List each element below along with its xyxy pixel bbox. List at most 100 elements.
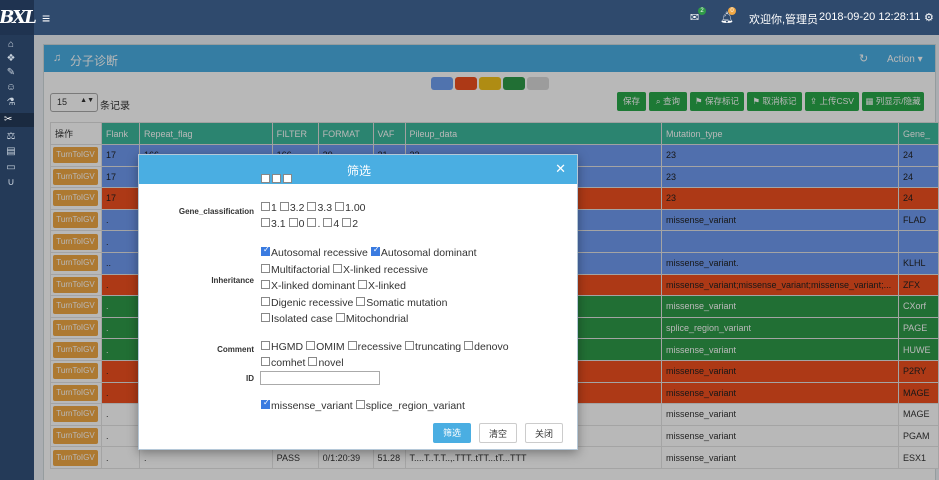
checkbox-label: Multifactorial <box>271 263 330 276</box>
checkbox[interactable] <box>261 280 270 289</box>
checkbox-option[interactable]: Somatic mutation <box>355 296 447 309</box>
filter-button[interactable]: 筛选 <box>433 423 471 443</box>
checkbox-label: 0 <box>298 218 305 230</box>
checkbox-option[interactable]: recessive <box>347 341 402 353</box>
checkbox-option[interactable]: Multifactorial <box>260 263 330 276</box>
map-icon[interactable]: ▤ <box>4 145 18 159</box>
checkbox[interactable] <box>261 398 270 409</box>
checkbox-option[interactable]: Autosomal recessive <box>260 245 368 259</box>
inheritance-row: Isolated case Mitochondrial <box>260 313 410 325</box>
close-button[interactable]: 关闭 <box>525 423 563 443</box>
checkbox-option[interactable]: Isolated case <box>260 313 333 325</box>
checkbox-option[interactable]: X-linked <box>357 280 406 292</box>
checkbox-label: X-linked recessive <box>342 263 429 276</box>
checkbox-option[interactable]: truncating <box>404 341 461 353</box>
gene-classification-label: Gene_classification <box>178 207 254 216</box>
checkbox-label: 3.1 <box>271 218 286 230</box>
checkbox-option[interactable]: splice_region_variant <box>355 400 465 412</box>
checkbox-option[interactable]: 4 <box>322 218 339 230</box>
checkbox-option[interactable]: X-linked recessive <box>332 263 429 276</box>
checkbox-option[interactable]: 1 <box>260 202 277 214</box>
checkbox[interactable] <box>307 218 317 227</box>
settings-icon[interactable]: ⚙ <box>924 11 934 24</box>
id-label: ID <box>246 374 254 383</box>
menu-toggle-icon[interactable]: ≡ <box>42 10 50 26</box>
mail-badge: 2 <box>698 7 706 15</box>
checkbox[interactable] <box>261 202 270 211</box>
folder-icon[interactable]: ▭ <box>4 161 18 175</box>
comment-row-2: comhet novel <box>260 357 346 369</box>
checkbox[interactable] <box>355 400 365 409</box>
checkbox-label: novel <box>318 357 344 369</box>
checkbox[interactable] <box>464 341 474 350</box>
clear-button[interactable]: 清空 <box>479 423 517 443</box>
checkbox-option[interactable]: 2 <box>341 218 358 230</box>
checkbox[interactable] <box>261 245 270 256</box>
checkbox-label: 3.3 <box>317 202 333 214</box>
checkbox[interactable] <box>261 357 270 366</box>
cubes-icon[interactable]: ❖ <box>4 52 18 66</box>
checkbox-label: comhet <box>271 357 306 369</box>
checkbox[interactable] <box>307 202 317 211</box>
checkbox-label: 2 <box>352 218 359 230</box>
wrench-icon[interactable]: ✂ <box>0 113 34 127</box>
checkbox-option[interactable]: 1.00 <box>334 202 366 214</box>
checkbox-option[interactable]: novel <box>307 357 344 369</box>
users-icon[interactable]: ☺ <box>4 81 18 95</box>
inheritance-row: Multifactorial X-linked recessive <box>260 263 430 276</box>
close-icon[interactable]: ✕ <box>555 161 566 177</box>
checkbox[interactable] <box>261 341 270 350</box>
checkbox-label: HGMD <box>271 341 304 353</box>
checkbox-label: Isolated case <box>271 313 333 325</box>
magnet-icon[interactable]: ∪ <box>4 176 18 190</box>
checkbox-label: 3.2 <box>289 202 305 214</box>
checkbox-option[interactable]: 3.1 <box>260 218 286 230</box>
flask-icon[interactable]: ⚗ <box>4 96 18 110</box>
eyedropper-icon[interactable]: ✎ <box>4 66 18 80</box>
checkbox-label: splice_region_variant <box>365 400 465 412</box>
checkbox-option[interactable]: comhet <box>260 357 305 369</box>
checkbox[interactable] <box>335 202 345 211</box>
checkbox[interactable] <box>405 341 415 350</box>
app-logo[interactable]: BXL <box>0 0 37 35</box>
id-input[interactable] <box>260 371 380 385</box>
checkbox-option[interactable]: 3.2 <box>279 202 305 214</box>
checkbox-label: 4 <box>333 218 340 230</box>
checkbox-option[interactable]: OMIM <box>305 341 345 353</box>
home-icon[interactable]: ⌂ <box>4 38 18 52</box>
checkbox[interactable] <box>342 218 352 227</box>
sidebar: ⌂ ❖ ✎ ☺ ⚗ ✂ ⚖ ▤ ▭ ∪ <box>0 35 34 480</box>
checkbox[interactable] <box>261 218 270 227</box>
checkbox[interactable] <box>347 341 357 350</box>
checkbox-option[interactable]: missense_variant <box>260 398 353 412</box>
checkbox[interactable] <box>279 202 289 211</box>
checkbox[interactable] <box>332 263 342 273</box>
checkbox[interactable] <box>370 245 380 256</box>
checkbox-option[interactable]: X-linked dominant <box>260 280 355 292</box>
checkbox-label: Digenic recessive <box>271 296 354 309</box>
checkbox-option[interactable]: HGMD <box>260 341 303 353</box>
checkbox[interactable] <box>323 218 333 227</box>
checkbox[interactable] <box>335 313 345 322</box>
checkbox[interactable] <box>306 341 316 350</box>
checkbox-label: . <box>317 218 321 230</box>
checkbox-option[interactable]: Mitochondrial <box>335 313 408 325</box>
checkbox[interactable] <box>261 296 270 306</box>
balance-icon[interactable]: ⚖ <box>4 130 18 144</box>
gene-class-partial-row <box>260 174 293 183</box>
checkbox-option[interactable]: . <box>306 218 320 230</box>
checkbox[interactable] <box>356 296 366 306</box>
checkbox-label: Mitochondrial <box>345 313 409 325</box>
checkbox-option[interactable]: 0 <box>288 218 305 230</box>
checkbox-option[interactable]: denovo <box>463 341 509 353</box>
checkbox[interactable] <box>261 313 270 322</box>
checkbox-option[interactable]: Autosomal dominant <box>370 245 477 259</box>
checkbox[interactable] <box>308 357 318 366</box>
checkbox-label: OMIM <box>316 341 345 353</box>
mutation-type-row: missense_variant splice_region_variant <box>260 398 467 412</box>
checkbox[interactable] <box>358 280 368 289</box>
checkbox-option[interactable]: 3.3 <box>306 202 332 214</box>
checkbox[interactable] <box>288 218 298 227</box>
checkbox-option[interactable]: Digenic recessive <box>260 296 354 309</box>
checkbox[interactable] <box>261 263 270 273</box>
